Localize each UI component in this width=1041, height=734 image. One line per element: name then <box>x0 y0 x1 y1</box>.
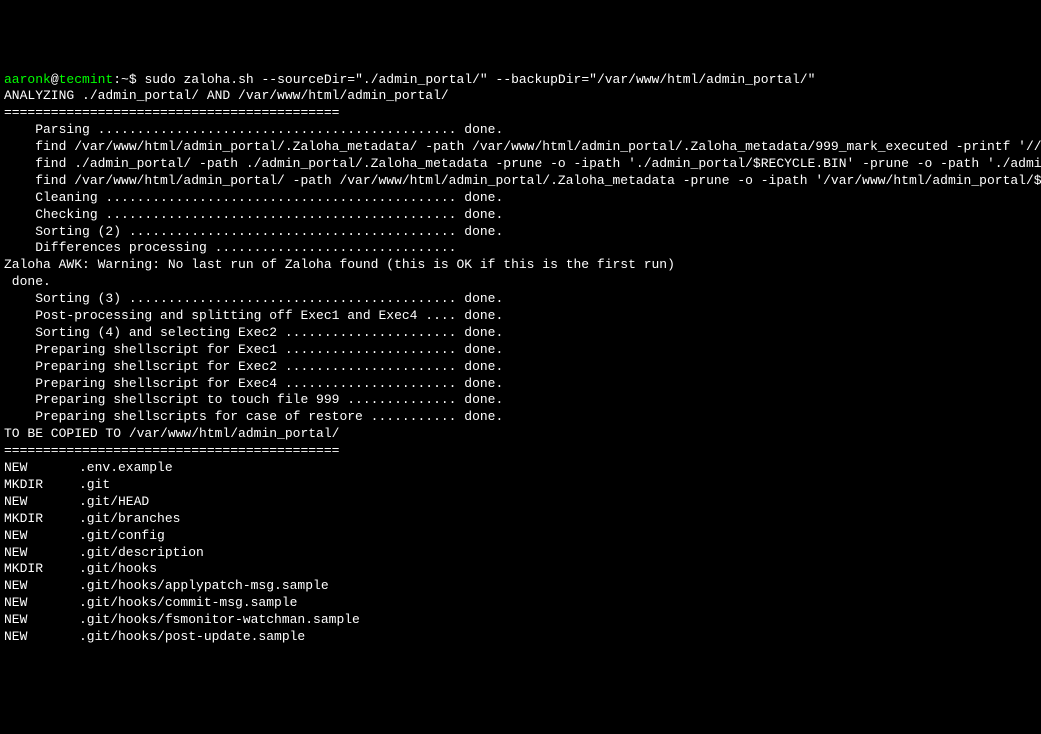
file-action: NEW <box>4 612 79 629</box>
output-line: Preparing shellscript for Exec1 ........… <box>4 342 1037 359</box>
file-path: .git/hooks/fsmonitor-watchman.sample <box>79 612 360 629</box>
file-path: .git/branches <box>79 511 180 528</box>
output-line: Differences processing .................… <box>4 240 1037 257</box>
file-action: NEW <box>4 629 79 646</box>
file-action: MKDIR <box>4 477 79 494</box>
output-line: ========================================… <box>4 105 1037 122</box>
output-line: ANALYZING ./admin_portal/ AND /var/www/h… <box>4 88 1037 105</box>
file-path: .git/hooks/post-update.sample <box>79 629 305 646</box>
output-line: Sorting (3) ............................… <box>4 291 1037 308</box>
output-line: Preparing shellscript to touch file 999 … <box>4 392 1037 409</box>
file-list-row: NEW.env.example <box>4 460 1037 477</box>
file-path: .git/config <box>79 528 165 545</box>
output-line: done. <box>4 274 1037 291</box>
file-path: .git/hooks <box>79 561 157 578</box>
file-action: NEW <box>4 460 79 477</box>
output-line: TO BE COPIED TO /var/www/html/admin_port… <box>4 426 1037 443</box>
file-list-row: NEW.git/hooks/applypatch-msg.sample <box>4 578 1037 595</box>
file-list-row: MKDIR.git <box>4 477 1037 494</box>
output-line: Preparing shellscripts for case of resto… <box>4 409 1037 426</box>
file-action: NEW <box>4 545 79 562</box>
file-action: NEW <box>4 578 79 595</box>
output-line: Cleaning ...............................… <box>4 190 1037 207</box>
prompt-path: ~ <box>121 72 129 87</box>
file-path: .git/HEAD <box>79 494 149 511</box>
file-list-row: NEW.git/hooks/post-update.sample <box>4 629 1037 646</box>
output-line: Preparing shellscript for Exec4 ........… <box>4 376 1037 393</box>
output-line: Checking ...............................… <box>4 207 1037 224</box>
command: sudo zaloha.sh --sourceDir="./admin_port… <box>144 72 815 87</box>
file-list-row: MKDIR.git/branches <box>4 511 1037 528</box>
file-action: NEW <box>4 595 79 612</box>
file-list-container: NEW.env.exampleMKDIR.gitNEW.git/HEADMKDI… <box>4 460 1037 646</box>
file-action: MKDIR <box>4 511 79 528</box>
file-list-row: NEW.git/description <box>4 545 1037 562</box>
output-line: find ./admin_portal/ -path ./admin_porta… <box>4 156 1037 173</box>
output-line: find /var/www/html/admin_portal/.Zaloha_… <box>4 139 1037 156</box>
output-line: find /var/www/html/admin_portal/ -path /… <box>4 173 1037 190</box>
output-line: Zaloha AWK: Warning: No last run of Zalo… <box>4 257 1037 274</box>
file-path: .git <box>79 477 110 494</box>
output-line: Parsing ................................… <box>4 122 1037 139</box>
file-list-row: NEW.git/config <box>4 528 1037 545</box>
prompt-at: @ <box>51 72 59 87</box>
file-action: MKDIR <box>4 561 79 578</box>
output-container: ANALYZING ./admin_portal/ AND /var/www/h… <box>4 88 1037 460</box>
output-line: Preparing shellscript for Exec2 ........… <box>4 359 1037 376</box>
file-list-row: NEW.git/HEAD <box>4 494 1037 511</box>
prompt-user: aaronk <box>4 72 51 87</box>
file-list-row: MKDIR.git/hooks <box>4 561 1037 578</box>
file-path: .git/hooks/commit-msg.sample <box>79 595 297 612</box>
prompt-symbol: $ <box>129 72 145 87</box>
terminal[interactable]: aaronk@tecmint:~$ sudo zaloha.sh --sourc… <box>4 72 1037 646</box>
prompt-line: aaronk@tecmint:~$ sudo zaloha.sh --sourc… <box>4 72 1037 89</box>
output-line: ========================================… <box>4 443 1037 460</box>
prompt-colon: : <box>113 72 121 87</box>
output-line: Sorting (4) and selecting Exec2 ........… <box>4 325 1037 342</box>
file-path: .git/hooks/applypatch-msg.sample <box>79 578 329 595</box>
file-action: NEW <box>4 528 79 545</box>
output-line: Sorting (2) ............................… <box>4 224 1037 241</box>
file-path: .env.example <box>79 460 173 477</box>
file-action: NEW <box>4 494 79 511</box>
file-list-row: NEW.git/hooks/fsmonitor-watchman.sample <box>4 612 1037 629</box>
file-path: .git/description <box>79 545 204 562</box>
output-line: Post-processing and splitting off Exec1 … <box>4 308 1037 325</box>
file-list-row: NEW.git/hooks/commit-msg.sample <box>4 595 1037 612</box>
prompt-host: tecmint <box>59 72 114 87</box>
